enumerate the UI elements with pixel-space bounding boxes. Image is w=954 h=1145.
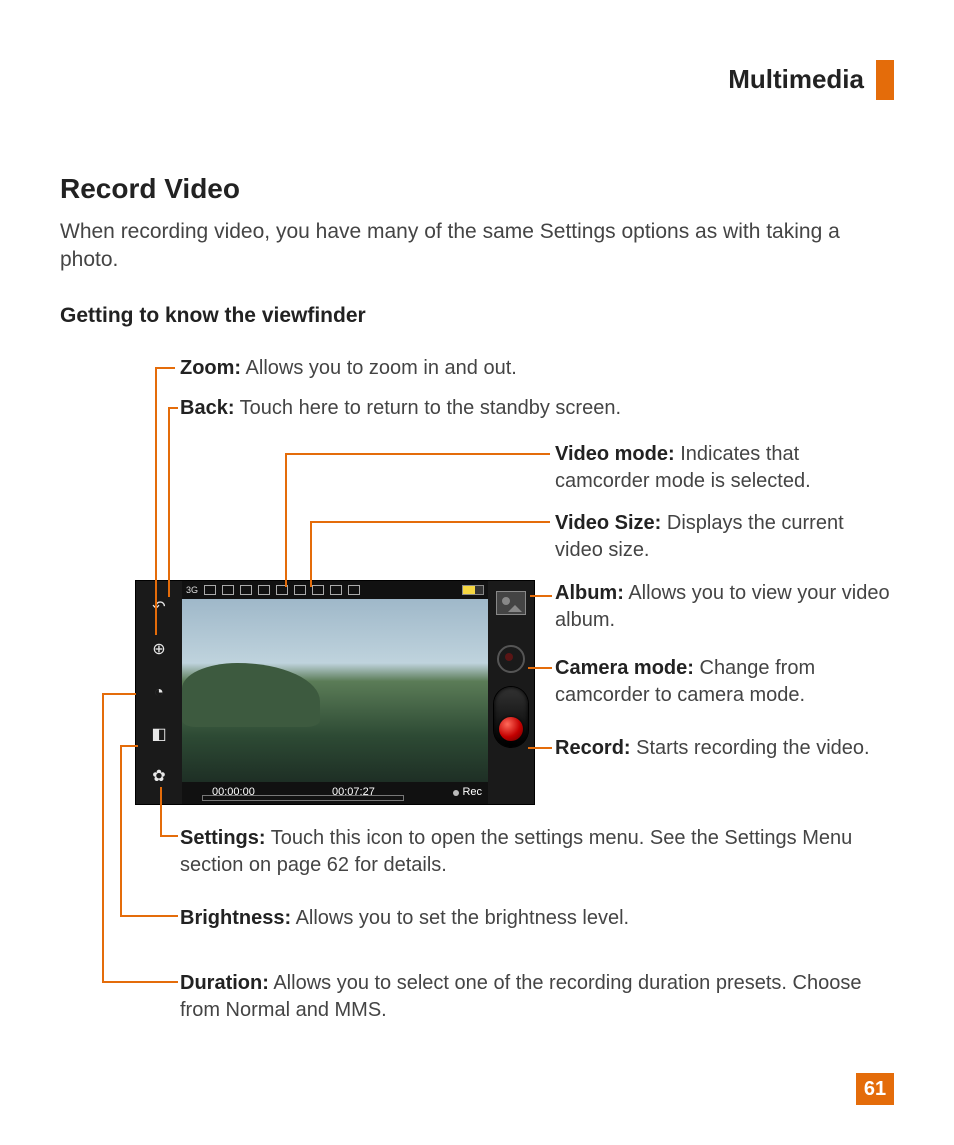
progress-bar bbox=[202, 795, 404, 801]
page-header: Multimedia bbox=[60, 60, 894, 100]
zoom-icon[interactable]: ⊕ bbox=[148, 639, 170, 661]
leader-record bbox=[528, 747, 552, 749]
callout-album-label: Album: bbox=[555, 582, 624, 604]
viewfinder-preview: 3G 00:00:00 00:07:27 Rec bbox=[182, 581, 488, 804]
callout-record-label: Record: bbox=[555, 737, 631, 759]
callout-record-text: Starts recording the video. bbox=[631, 737, 870, 759]
callout-zoom-label: Zoom: bbox=[180, 357, 241, 379]
callout-brightness-label: Brightness: bbox=[180, 907, 291, 929]
rec-dot-icon bbox=[453, 790, 459, 796]
callout-video-size-label: Video Size: bbox=[555, 512, 661, 534]
leader-camera-mode bbox=[528, 667, 552, 669]
page-number: 61 bbox=[856, 1073, 894, 1105]
callout-back: Back: Touch here to return to the standb… bbox=[180, 395, 621, 422]
callout-video-mode-label: Video mode: bbox=[555, 443, 675, 465]
video-mode-icon bbox=[258, 585, 270, 595]
callout-zoom: Zoom: Allows you to zoom in and out. bbox=[180, 355, 517, 382]
callout-settings-label: Settings: bbox=[180, 827, 266, 849]
record-button[interactable] bbox=[494, 687, 528, 747]
album-icon[interactable] bbox=[496, 591, 526, 615]
callout-duration-label: Duration: bbox=[180, 972, 269, 994]
callout-settings-text: Touch this icon to open the settings men… bbox=[180, 827, 852, 876]
storage-icon bbox=[240, 585, 252, 595]
callout-record: Record: Starts recording the video. bbox=[555, 735, 894, 762]
intro-text: When recording video, you have many of t… bbox=[60, 218, 894, 275]
callout-video-size: Video Size: Displays the current video s… bbox=[555, 510, 894, 564]
leader-album bbox=[530, 595, 552, 597]
callout-back-text: Touch here to return to the standby scre… bbox=[234, 397, 621, 419]
callout-camera-mode: Camera mode: Change from camcorder to ca… bbox=[555, 655, 894, 709]
callout-brightness: Brightness: Allows you to set the bright… bbox=[180, 905, 894, 932]
callout-album: Album: Allows you to view your video alb… bbox=[555, 580, 894, 634]
leader-video-size bbox=[310, 521, 550, 587]
header-accent-bar bbox=[876, 60, 894, 100]
live-preview bbox=[182, 599, 488, 782]
leader-duration-tick bbox=[102, 693, 136, 695]
network-3g-icon: 3G bbox=[186, 584, 198, 596]
annotated-diagram: Zoom: Allows you to zoom in and out. Bac… bbox=[60, 355, 894, 1075]
callout-settings: Settings: Touch this icon to open the se… bbox=[180, 825, 894, 879]
callout-brightness-text: Allows you to set the brightness level. bbox=[291, 907, 629, 929]
viewfinder-footer: 00:00:00 00:07:27 Rec bbox=[182, 782, 488, 804]
callout-camera-mode-label: Camera mode: bbox=[555, 657, 694, 679]
rec-label: Rec bbox=[462, 785, 482, 800]
section-title: Multimedia bbox=[728, 62, 864, 97]
rec-indicator: Rec bbox=[453, 785, 482, 800]
callout-zoom-text: Allows you to zoom in and out. bbox=[241, 357, 517, 379]
page-title: Record Video bbox=[60, 170, 894, 208]
subheading: Getting to know the viewfinder bbox=[60, 302, 894, 330]
viewfinder-right-toolbar bbox=[488, 581, 534, 804]
leader-back bbox=[168, 407, 178, 597]
message-icon bbox=[222, 585, 234, 595]
callout-duration: Duration: Allows you to select one of th… bbox=[180, 970, 894, 1024]
callout-video-mode: Video mode: Indicates that camcorder mod… bbox=[555, 441, 894, 495]
leader-duration bbox=[102, 693, 178, 983]
viewfinder: ↶ ⊕ ◔ ◧ ✿ 3G bbox=[135, 580, 535, 805]
signal-icon bbox=[204, 585, 216, 595]
camera-mode-icon[interactable] bbox=[497, 645, 525, 673]
callout-back-label: Back: bbox=[180, 397, 234, 419]
callout-duration-text: Allows you to select one of the recordin… bbox=[180, 972, 861, 1021]
